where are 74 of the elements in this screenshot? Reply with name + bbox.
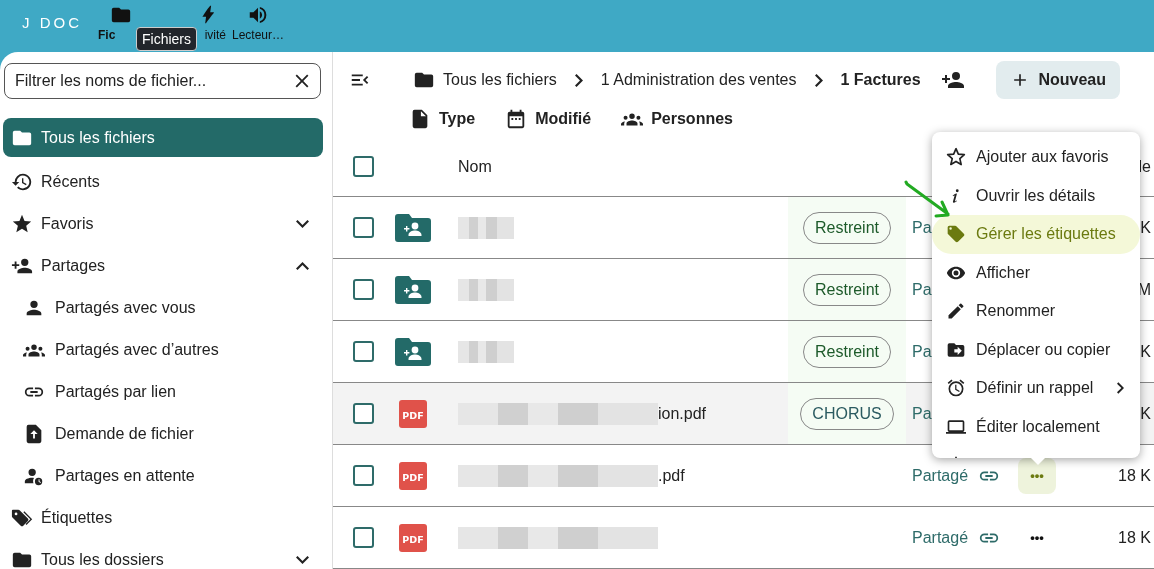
- star-icon: [11, 213, 33, 235]
- actions-button[interactable]: •••: [1018, 457, 1056, 494]
- shared-folder-icon: [395, 337, 431, 366]
- file-size: K: [1140, 342, 1151, 361]
- nav-item[interactable]: Partagés avec vous: [3, 287, 323, 329]
- menu-item[interactable]: Déplacer ou copier: [932, 330, 1140, 369]
- row-checkbox[interactable]: [353, 279, 374, 300]
- nav-item[interactable]: Étiquettes: [3, 497, 323, 539]
- row-checkbox[interactable]: [353, 527, 374, 548]
- menu-item[interactable]: Éditer localement: [932, 407, 1140, 446]
- column-header[interactable]: le: [1138, 157, 1151, 176]
- file-size: K: [1140, 218, 1151, 237]
- menu-item[interactable]: Renommer: [932, 292, 1140, 331]
- file-name[interactable]: ion.pdf: [658, 404, 707, 423]
- history-icon: [11, 171, 33, 193]
- nav-item[interactable]: Partagés avec d’autres: [3, 329, 323, 371]
- file-size: K: [1140, 404, 1151, 423]
- row-checkbox[interactable]: [353, 403, 374, 424]
- menu-item[interactable]: Ajouter aux favoris: [932, 138, 1140, 177]
- share-status[interactable]: Pa: [912, 404, 932, 423]
- menu-item[interactable]: Ouvrir les détails: [932, 176, 1140, 215]
- shared-folder-icon: [395, 275, 431, 304]
- shared-folder-icon: [395, 213, 431, 242]
- app-launcher-button[interactable]: Lecteur…: [230, 0, 286, 42]
- file-name[interactable]: .pdf: [658, 466, 685, 485]
- nav-item[interactable]: Partagés par lien: [3, 371, 323, 413]
- share-status[interactable]: Pa: [912, 342, 932, 361]
- filter-chip[interactable]: Type: [409, 107, 476, 130]
- nav-item[interactable]: Tous les fichiers: [3, 118, 323, 157]
- blurred-text: [458, 216, 514, 239]
- menu-item[interactable]: Gérer les étiquettes: [932, 215, 1140, 254]
- tag-icon: [946, 224, 966, 245]
- column-header[interactable]: Nom: [458, 137, 788, 196]
- pencil-icon: [946, 301, 966, 322]
- row-checkbox[interactable]: [353, 341, 374, 362]
- tooltip: Fichiers: [136, 27, 197, 51]
- share-status[interactable]: Partagé: [912, 528, 969, 547]
- select-all-checkbox[interactable]: [353, 156, 374, 177]
- pdf-icon: PDF: [399, 399, 427, 428]
- chevron-right-icon: [574, 73, 583, 87]
- alarm-clock-icon: [946, 378, 966, 399]
- breadcrumb-link[interactable]: 1 Factures: [840, 71, 921, 90]
- menu-item[interactable]: Définir un rappel: [932, 369, 1140, 408]
- tags-icon: [11, 507, 33, 529]
- nav-item[interactable]: Tous les dossiers: [3, 539, 323, 569]
- nav-item[interactable]: Favoris: [3, 203, 323, 245]
- breadcrumb-link[interactable]: Tous les fichiers: [443, 71, 557, 90]
- file-size: 18 K: [1118, 466, 1151, 485]
- new-button[interactable]: Nouveau: [996, 61, 1120, 100]
- file-size: 18 K: [1118, 528, 1151, 547]
- actions-button[interactable]: •••: [1018, 519, 1056, 556]
- filter-chip[interactable]: Personnes: [621, 107, 733, 130]
- share-status[interactable]: Pa: [912, 218, 932, 237]
- share-status[interactable]: Partagé: [912, 466, 969, 485]
- breadcrumb-link[interactable]: 1 Administration des ventes: [600, 71, 797, 90]
- filter-field[interactable]: Filtrer les noms de fichier...: [4, 63, 321, 99]
- filter-chip[interactable]: Modifié: [505, 107, 592, 130]
- star-outline-icon: [946, 147, 966, 168]
- nav-item[interactable]: Partages: [3, 245, 323, 287]
- row-checkbox[interactable]: [353, 217, 374, 238]
- app-launcher-button[interactable]: ivité: [196, 0, 226, 42]
- nav-item[interactable]: Partages en attente: [3, 455, 323, 497]
- speaker-icon: [247, 4, 269, 26]
- pdf-icon: PDF: [399, 523, 427, 552]
- nav-item[interactable]: Demande de fichier: [3, 413, 323, 455]
- share-status[interactable]: Pa: [912, 280, 932, 299]
- blurred-text: [458, 340, 514, 363]
- pdf-icon: PDF: [399, 461, 427, 490]
- app-launcher-button[interactable]: Fic: [98, 0, 132, 42]
- row-checkbox[interactable]: [353, 465, 374, 486]
- blurred-text: [458, 278, 514, 301]
- nav-item[interactable]: Récents: [3, 161, 323, 203]
- menu-item[interactable]: Afficher: [932, 253, 1140, 292]
- chevron-right-icon: [814, 73, 823, 87]
